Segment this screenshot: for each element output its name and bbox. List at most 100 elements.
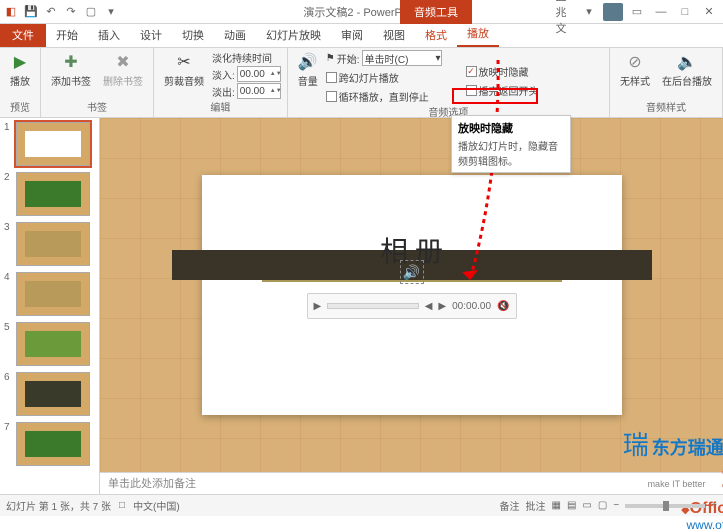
slide-thumb-3[interactable]: 3 bbox=[4, 222, 95, 266]
play-button[interactable]: ▶ 播放 bbox=[6, 50, 34, 90]
contextual-tab-label: 音频工具 bbox=[400, 0, 472, 24]
save-icon[interactable]: 💾 bbox=[22, 3, 40, 21]
tooltip-body: 播放幻灯片时，隐藏音频剪辑图标。 bbox=[458, 138, 564, 168]
speaker-icon: 🔈 bbox=[677, 52, 697, 72]
quick-access-toolbar: ◧ 💾 ↶ ↷ ▢ ▾ bbox=[0, 3, 120, 21]
maximize-icon[interactable]: □ bbox=[675, 6, 695, 18]
trim-audio-button[interactable]: ✂ 剪裁音频 bbox=[160, 50, 208, 90]
scissors-icon: ✂ bbox=[174, 52, 194, 72]
account-name[interactable]: 孟兆文 bbox=[551, 0, 571, 36]
player-play-icon[interactable]: ▶ bbox=[314, 301, 322, 312]
qat-dropdown-icon[interactable]: ▾ bbox=[102, 3, 120, 21]
player-volume-icon[interactable]: 🔇 bbox=[497, 301, 509, 312]
status-lang-icon: □ bbox=[119, 500, 125, 511]
remove-bookmark-button[interactable]: ✖ 删除书签 bbox=[99, 50, 147, 90]
tab-playback[interactable]: 播放 bbox=[457, 21, 499, 47]
ribbon-content: ▶ 播放 预览 ✚ 添加书签 ✖ 删除书签 书签 ✂ 剪裁音频 淡化持续时间 bbox=[0, 48, 723, 118]
player-prev-icon[interactable]: ◀ bbox=[425, 301, 433, 312]
fadeout-input[interactable]: 00.00▲▼ bbox=[237, 83, 281, 99]
slide-thumb-6[interactable]: 6 bbox=[4, 372, 95, 416]
slide-thumb-1[interactable]: 1 bbox=[4, 122, 95, 166]
avatar[interactable] bbox=[603, 3, 623, 21]
tab-transitions[interactable]: 切换 bbox=[172, 23, 214, 47]
no-style-button[interactable]: ⊘ 无样式 bbox=[616, 50, 654, 90]
group-editing: ✂ 剪裁音频 淡化持续时间 淡入: 00.00▲▼ 淡出: 00.00▲▼ 编辑 bbox=[154, 48, 288, 117]
fadeout-label: 淡出: bbox=[212, 84, 235, 99]
group-audio-options: 🔊 音量 ⚑ 开始: 单击时(C)▾ 跨幻灯片播放 循环播放，直到停止 ✓放映时… bbox=[288, 48, 610, 117]
undo-icon[interactable]: ↶ bbox=[42, 3, 60, 21]
status-bar: 幻灯片 第 1 张，共 7 张 □ 中文(中国) 备注 批注 ▦ ▤ ▭ ▢ −… bbox=[0, 494, 723, 516]
volume-button[interactable]: 🔊 音量 bbox=[294, 50, 322, 90]
loop-checkbox[interactable] bbox=[326, 91, 337, 102]
start-label: 开始: bbox=[337, 51, 360, 66]
workspace: 1 2 3 4 5 6 7 相 册 🔊 ▶ ◀ ▶ 00:00.00 🔇 bbox=[0, 118, 723, 494]
player-next-icon[interactable]: ▶ bbox=[438, 301, 446, 312]
slide-canvas-area: 相 册 🔊 ▶ ◀ ▶ 00:00.00 🔇 瑞 东方瑞通 Founded in… bbox=[100, 118, 723, 494]
tab-view[interactable]: 视图 bbox=[373, 23, 415, 47]
tab-format[interactable]: 格式 bbox=[415, 23, 457, 47]
tab-insert[interactable]: 插入 bbox=[88, 23, 130, 47]
tab-design[interactable]: 设计 bbox=[130, 23, 172, 47]
play-label: 播放 bbox=[10, 73, 30, 88]
start-dropdown[interactable]: 单击时(C)▾ bbox=[362, 50, 442, 66]
player-time: 00:00.00 bbox=[452, 301, 491, 312]
slide-thumb-2[interactable]: 2 bbox=[4, 172, 95, 216]
watermark: 瑞 东方瑞通 Founded in make IT better 1998 ◆O… bbox=[623, 425, 723, 532]
across-slides-checkbox[interactable] bbox=[326, 72, 337, 83]
slide-thumb-4[interactable]: 4 bbox=[4, 272, 95, 316]
fade-duration-label: 淡化持续时间 bbox=[212, 50, 281, 65]
slide-thumbnails-panel[interactable]: 1 2 3 4 5 6 7 bbox=[0, 118, 100, 494]
fadein-label: 淡入: bbox=[212, 67, 235, 82]
group-preview-label: 预览 bbox=[6, 99, 34, 115]
annotation-highlight-box bbox=[452, 88, 538, 104]
hide-during-show-checkbox[interactable]: ✓ bbox=[466, 66, 477, 77]
tab-home[interactable]: 开始 bbox=[46, 23, 88, 47]
slide-thumb-5[interactable]: 5 bbox=[4, 322, 95, 366]
add-bookmark-button[interactable]: ✚ 添加书签 bbox=[47, 50, 95, 90]
slide-editor[interactable]: 相 册 🔊 ▶ ◀ ▶ 00:00.00 🔇 瑞 东方瑞通 Founded in… bbox=[100, 118, 723, 472]
tab-animations[interactable]: 动画 bbox=[214, 23, 256, 47]
play-icon: ▶ bbox=[10, 52, 30, 72]
status-comments[interactable]: 备注 bbox=[500, 498, 520, 513]
bookmark-remove-icon: ✖ bbox=[113, 52, 133, 72]
tab-slideshow[interactable]: 幻灯片放映 bbox=[256, 23, 331, 47]
status-language[interactable]: 中文(中国) bbox=[133, 498, 180, 513]
player-track[interactable] bbox=[327, 303, 419, 309]
group-styles-label: 音频样式 bbox=[616, 99, 716, 115]
view-slideshow-icon[interactable]: ▢ bbox=[598, 500, 607, 511]
tooltip-hide-during-show: 放映时隐藏 播放幻灯片时，隐藏音频剪辑图标。 bbox=[451, 115, 571, 173]
status-slide-info[interactable]: 幻灯片 第 1 张，共 7 张 bbox=[6, 498, 111, 513]
slideshow-qat-icon[interactable]: ▢ bbox=[82, 3, 100, 21]
group-audio-styles: ⊘ 无样式 🔈 在后台播放 音频样式 bbox=[610, 48, 723, 117]
slide-thumb-7[interactable]: 7 bbox=[4, 422, 95, 466]
redo-icon[interactable]: ↷ bbox=[62, 3, 80, 21]
zoom-out-icon[interactable]: − bbox=[613, 500, 619, 511]
no-style-icon: ⊘ bbox=[625, 52, 645, 72]
audio-player[interactable]: ▶ ◀ ▶ 00:00.00 🔇 bbox=[307, 293, 517, 319]
group-editing-label: 编辑 bbox=[160, 99, 281, 115]
window-controls: 孟兆文 ▾ ▭ — □ ✕ bbox=[551, 0, 723, 36]
tooltip-title: 放映时隐藏 bbox=[458, 120, 564, 136]
minimize-icon[interactable]: — bbox=[651, 6, 671, 18]
view-reading-icon[interactable]: ▭ bbox=[582, 500, 591, 511]
group-preview: ▶ 播放 预览 bbox=[0, 48, 41, 117]
bookmark-add-icon: ✚ bbox=[61, 52, 81, 72]
group-bookmarks-label: 书签 bbox=[47, 99, 147, 115]
account-dropdown-icon[interactable]: ▾ bbox=[579, 5, 599, 18]
status-annotations[interactable]: 批注 bbox=[526, 498, 546, 513]
title-bar: ◧ 💾 ↶ ↷ ▢ ▾ 演示文稿2 - PowerPoint 音频工具 孟兆文 … bbox=[0, 0, 723, 24]
flag-icon: ⚑ bbox=[326, 53, 335, 64]
audio-clip-icon[interactable]: 🔊 bbox=[400, 260, 424, 284]
tab-review[interactable]: 审阅 bbox=[331, 23, 373, 47]
zoom-slider[interactable] bbox=[625, 504, 705, 508]
tab-file[interactable]: 文件 bbox=[0, 23, 46, 47]
fadein-input[interactable]: 00.00▲▼ bbox=[237, 66, 281, 82]
group-bookmarks: ✚ 添加书签 ✖ 删除书签 书签 bbox=[41, 48, 154, 117]
view-normal-icon[interactable]: ▦ bbox=[552, 500, 561, 511]
play-background-button[interactable]: 🔈 在后台播放 bbox=[658, 50, 716, 90]
app-icon[interactable]: ◧ bbox=[2, 3, 20, 21]
ribbon-options-icon[interactable]: ▭ bbox=[627, 5, 647, 18]
current-slide[interactable]: 相 册 🔊 ▶ ◀ ▶ 00:00.00 🔇 bbox=[202, 175, 622, 415]
view-sorter-icon[interactable]: ▤ bbox=[567, 500, 576, 511]
close-icon[interactable]: ✕ bbox=[699, 5, 719, 18]
